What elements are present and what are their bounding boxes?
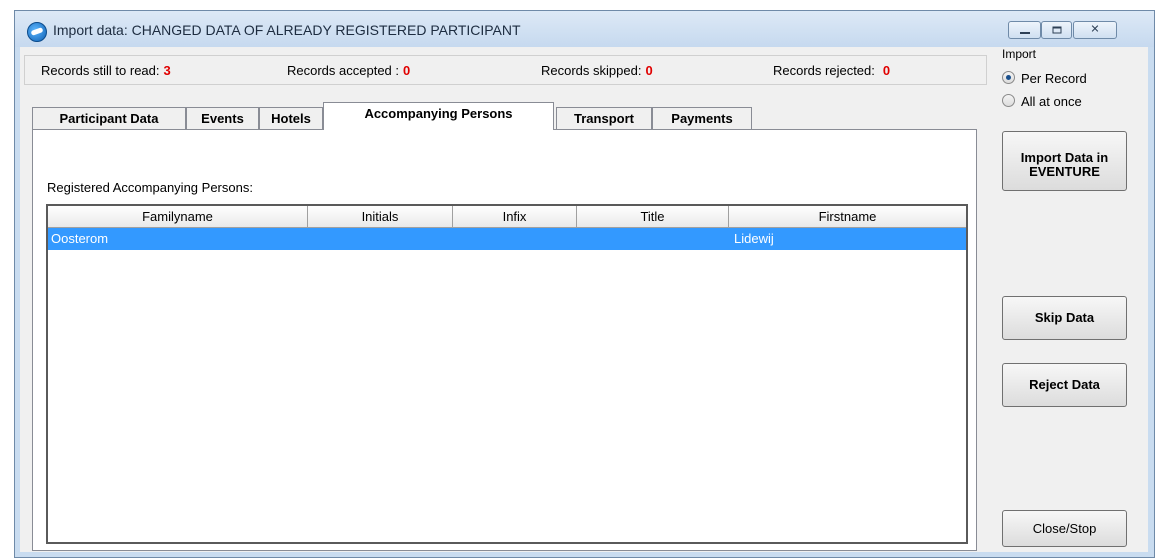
title-bar[interactable]: Import data: CHANGED DATA OF ALREADY REG…: [15, 11, 1154, 47]
minimize-button[interactable]: [1008, 21, 1041, 39]
tab-participant-data[interactable]: Participant Data: [32, 107, 186, 129]
close-icon: ✕: [1090, 23, 1100, 36]
records-accepted: Records accepted :0: [287, 63, 410, 78]
records-skipped-label: Records skipped:: [541, 63, 642, 78]
records-to-read-value: 3: [163, 63, 171, 78]
skip-data-button[interactable]: Skip Data: [1002, 296, 1127, 340]
import-button-line1: Import Data in: [1020, 150, 1109, 165]
tab-transport[interactable]: Transport: [556, 107, 652, 129]
records-to-read: Records still to read: 3: [41, 63, 171, 78]
window-title: Import data: CHANGED DATA OF ALREADY REG…: [53, 22, 521, 38]
close-window-button[interactable]: ✕: [1073, 21, 1117, 39]
radio-unchecked-icon[interactable]: [1002, 94, 1015, 107]
cell-firstname: Lidewij: [734, 231, 774, 246]
radio-per-record-label: Per Record: [1021, 71, 1087, 86]
registered-persons-caption: Registered Accompanying Persons:: [47, 180, 253, 195]
close-stop-button[interactable]: Close/Stop: [1002, 510, 1127, 547]
radio-checked-icon[interactable]: [1002, 71, 1015, 84]
cell-familyname: Oosterom: [51, 231, 109, 246]
tab-events[interactable]: Events: [186, 107, 259, 129]
maximize-icon: [1052, 26, 1061, 34]
maximize-button[interactable]: [1041, 21, 1072, 39]
column-header-title[interactable]: Title: [577, 206, 729, 228]
records-accepted-value: 0: [403, 63, 411, 78]
records-skipped-value: 0: [645, 63, 653, 78]
records-to-read-label: Records still to read:: [41, 63, 160, 78]
import-group-title: Import: [1002, 47, 1037, 61]
minimize-icon: [1019, 32, 1030, 34]
radio-all-at-once[interactable]: All at once: [1002, 94, 1082, 109]
records-rejected: Records rejected: 0: [773, 63, 890, 78]
import-data-button[interactable]: Import Data in EVENTURE: [1002, 131, 1127, 191]
table-row[interactable]: Oosterom Lidewij: [48, 228, 966, 250]
reject-data-button[interactable]: Reject Data: [1002, 363, 1127, 407]
records-skipped: Records skipped: 0: [541, 63, 653, 78]
radio-all-at-once-label: All at once: [1021, 94, 1082, 109]
accompanying-persons-grid[interactable]: Familyname Initials Infix Title Firstnam…: [46, 204, 968, 544]
records-status-panel: Records still to read: 3 Records accepted…: [24, 55, 987, 85]
records-accepted-label: Records accepted :: [287, 63, 400, 78]
records-rejected-value: 0: [882, 63, 891, 78]
tab-accompanying-persons[interactable]: Accompanying Persons: [323, 102, 554, 130]
tab-hotels[interactable]: Hotels: [259, 107, 323, 129]
import-dialog-window: Import data: CHANGED DATA OF ALREADY REG…: [14, 10, 1155, 558]
column-header-infix[interactable]: Infix: [453, 206, 577, 228]
app-icon: [27, 22, 47, 42]
accompanying-persons-tab-page: Registered Accompanying Persons: Familyn…: [32, 129, 977, 551]
column-header-initials[interactable]: Initials: [308, 206, 453, 228]
dialog-client-area: Records still to read: 3 Records accepted…: [20, 47, 1148, 552]
column-header-firstname[interactable]: Firstname: [729, 206, 966, 228]
tab-payments[interactable]: Payments: [652, 107, 752, 129]
records-rejected-label: Records rejected:: [773, 63, 875, 78]
import-button-line2: EVENTURE: [1029, 164, 1100, 179]
column-header-familyname[interactable]: Familyname: [48, 206, 308, 228]
radio-per-record[interactable]: Per Record: [1002, 71, 1087, 86]
